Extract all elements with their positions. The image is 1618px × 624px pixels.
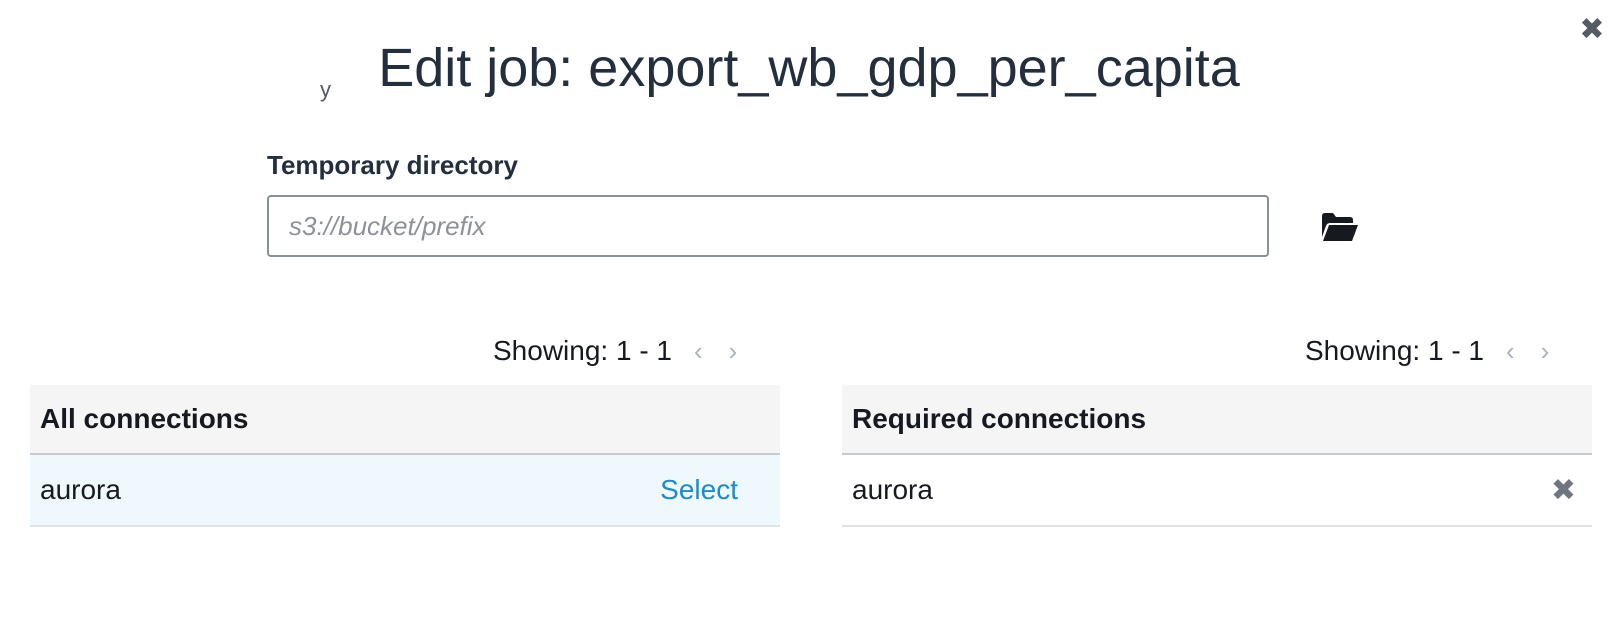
browse-s3-button[interactable] — [1320, 210, 1360, 244]
temporary-directory-input[interactable] — [267, 195, 1269, 257]
chevron-right-icon[interactable]: › — [1541, 336, 1550, 367]
remove-icon: ✖ — [1550, 473, 1576, 507]
table-row: aurora ✖ — [842, 455, 1592, 527]
all-connections-table: All connections aurora Select — [30, 385, 780, 527]
required-connections-header: Required connections — [842, 385, 1592, 455]
required-connections-table: Required connections aurora ✖ — [842, 385, 1592, 527]
connection-name: aurora — [852, 474, 933, 505]
table-row[interactable]: aurora Select — [30, 455, 780, 527]
temporary-directory-label: Temporary directory — [267, 150, 518, 180]
chevron-right-icon[interactable]: › — [729, 336, 738, 367]
connection-name: aurora — [40, 474, 121, 505]
required-connections-pagination: Showing: 1 - 1 ‹ › — [1305, 335, 1549, 367]
folder-open-icon — [1322, 213, 1358, 241]
pagination-text: Showing: 1 - 1 — [1305, 335, 1484, 366]
pagination-text: Showing: 1 - 1 — [493, 335, 672, 366]
dialog-title: Edit job: export_wb_gdp_per_capita — [378, 38, 1240, 98]
chevron-left-icon[interactable]: ‹ — [694, 336, 703, 367]
all-connections-header: All connections — [30, 385, 780, 455]
select-connection-link[interactable]: Select — [660, 474, 738, 506]
remove-connection-button[interactable]: ✖ — [1551, 473, 1576, 508]
chevron-left-icon[interactable]: ‹ — [1506, 336, 1515, 367]
all-connections-pagination: Showing: 1 - 1 ‹ › — [493, 335, 737, 367]
